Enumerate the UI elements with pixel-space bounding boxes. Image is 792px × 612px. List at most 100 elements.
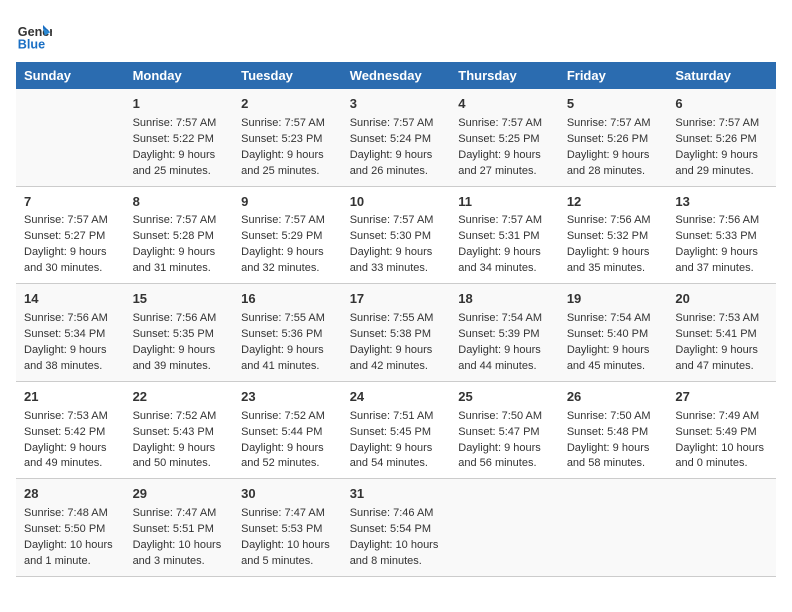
day-info: Sunset: 5:32 PM — [567, 229, 660, 245]
week-row: 28Sunrise: 7:48 AMSunset: 5:50 PMDayligh… — [16, 479, 776, 577]
day-number: 5 — [567, 95, 660, 114]
day-number: 9 — [241, 193, 334, 212]
day-info: Sunset: 5:34 PM — [24, 327, 117, 343]
day-number: 11 — [458, 193, 551, 212]
calendar-cell — [667, 479, 776, 577]
calendar-cell: 30Sunrise: 7:47 AMSunset: 5:53 PMDayligh… — [233, 479, 342, 577]
day-number: 25 — [458, 388, 551, 407]
calendar-cell: 18Sunrise: 7:54 AMSunset: 5:39 PMDayligh… — [450, 284, 559, 382]
day-info: Sunrise: 7:55 AM — [241, 311, 334, 327]
calendar-cell: 29Sunrise: 7:47 AMSunset: 5:51 PMDayligh… — [125, 479, 234, 577]
day-number: 23 — [241, 388, 334, 407]
calendar-cell: 20Sunrise: 7:53 AMSunset: 5:41 PMDayligh… — [667, 284, 776, 382]
day-info: Sunrise: 7:57 AM — [133, 116, 226, 132]
calendar-cell: 19Sunrise: 7:54 AMSunset: 5:40 PMDayligh… — [559, 284, 668, 382]
day-info: Sunrise: 7:56 AM — [133, 311, 226, 327]
header-day: Tuesday — [233, 62, 342, 89]
calendar-cell: 23Sunrise: 7:52 AMSunset: 5:44 PMDayligh… — [233, 381, 342, 479]
day-info: Daylight: 9 hours and 31 minutes. — [133, 245, 226, 277]
calendar-cell: 1Sunrise: 7:57 AMSunset: 5:22 PMDaylight… — [125, 89, 234, 186]
calendar-cell — [450, 479, 559, 577]
day-number: 7 — [24, 193, 117, 212]
day-info: Daylight: 9 hours and 35 minutes. — [567, 245, 660, 277]
day-number: 22 — [133, 388, 226, 407]
day-info: Daylight: 9 hours and 32 minutes. — [241, 245, 334, 277]
day-info: Sunset: 5:42 PM — [24, 425, 117, 441]
logo: General Blue — [16, 16, 52, 52]
day-number: 1 — [133, 95, 226, 114]
day-info: Sunrise: 7:57 AM — [24, 213, 117, 229]
calendar-cell: 21Sunrise: 7:53 AMSunset: 5:42 PMDayligh… — [16, 381, 125, 479]
day-info: Sunset: 5:48 PM — [567, 425, 660, 441]
calendar-cell: 15Sunrise: 7:56 AMSunset: 5:35 PMDayligh… — [125, 284, 234, 382]
day-info: Sunrise: 7:50 AM — [458, 409, 551, 425]
day-info: Sunset: 5:50 PM — [24, 522, 117, 538]
header-day: Saturday — [667, 62, 776, 89]
day-info: Sunset: 5:44 PM — [241, 425, 334, 441]
day-info: Sunset: 5:39 PM — [458, 327, 551, 343]
day-info: Sunrise: 7:49 AM — [675, 409, 768, 425]
day-info: Sunrise: 7:52 AM — [133, 409, 226, 425]
day-info: Sunrise: 7:57 AM — [241, 116, 334, 132]
day-info: Daylight: 9 hours and 45 minutes. — [567, 343, 660, 375]
day-info: Daylight: 9 hours and 28 minutes. — [567, 148, 660, 180]
day-info: Daylight: 10 hours and 3 minutes. — [133, 538, 226, 570]
day-info: Daylight: 9 hours and 29 minutes. — [675, 148, 768, 180]
calendar-cell: 13Sunrise: 7:56 AMSunset: 5:33 PMDayligh… — [667, 186, 776, 284]
calendar-cell: 6 Sunrise: 7:57 AMSunset: 5:26 PMDaylight… — [667, 89, 776, 186]
day-info: Daylight: 9 hours and 34 minutes. — [458, 245, 551, 277]
day-number: 16 — [241, 290, 334, 309]
calendar-cell: 27Sunrise: 7:49 AMSunset: 5:49 PMDayligh… — [667, 381, 776, 479]
day-info: Daylight: 9 hours and 39 minutes. — [133, 343, 226, 375]
day-number: 26 — [567, 388, 660, 407]
day-info: Sunrise: 7:46 AM — [350, 506, 443, 522]
day-info: Daylight: 9 hours and 41 minutes. — [241, 343, 334, 375]
day-number: 13 — [675, 193, 768, 212]
day-info: Daylight: 10 hours and 8 minutes. — [350, 538, 443, 570]
week-row: 1Sunrise: 7:57 AMSunset: 5:22 PMDaylight… — [16, 89, 776, 186]
day-info: Daylight: 10 hours and 5 minutes. — [241, 538, 334, 570]
calendar-cell: 2Sunrise: 7:57 AMSunset: 5:23 PMDaylight… — [233, 89, 342, 186]
day-info: Daylight: 9 hours and 27 minutes. — [458, 148, 551, 180]
day-number: 31 — [350, 485, 443, 504]
day-info: Sunrise: 7:57 AM — [350, 213, 443, 229]
header-row: SundayMondayTuesdayWednesdayThursdayFrid… — [16, 62, 776, 89]
day-number: 27 — [675, 388, 768, 407]
day-number: 20 — [675, 290, 768, 309]
day-info: Sunset: 5:26 PM — [567, 132, 660, 148]
day-info: Daylight: 9 hours and 56 minutes. — [458, 441, 551, 473]
day-info: Sunset: 5:28 PM — [133, 229, 226, 245]
week-row: 7Sunrise: 7:57 AMSunset: 5:27 PMDaylight… — [16, 186, 776, 284]
day-info: Sunset: 5:22 PM — [133, 132, 226, 148]
day-number: 4 — [458, 95, 551, 114]
day-info: Sunrise: 7:47 AM — [241, 506, 334, 522]
day-number: 10 — [350, 193, 443, 212]
calendar-cell: 4Sunrise: 7:57 AMSunset: 5:25 PMDaylight… — [450, 89, 559, 186]
day-info: Daylight: 9 hours and 49 minutes. — [24, 441, 117, 473]
logo-icon: General Blue — [16, 16, 52, 52]
day-info: Daylight: 9 hours and 47 minutes. — [675, 343, 768, 375]
day-info: Daylight: 9 hours and 44 minutes. — [458, 343, 551, 375]
day-info: Sunset: 5:31 PM — [458, 229, 551, 245]
calendar-cell — [16, 89, 125, 186]
calendar-table: SundayMondayTuesdayWednesdayThursdayFrid… — [16, 62, 776, 577]
calendar-cell: 16Sunrise: 7:55 AMSunset: 5:36 PMDayligh… — [233, 284, 342, 382]
day-info: Daylight: 9 hours and 25 minutes. — [241, 148, 334, 180]
day-info: Sunrise: 7:54 AM — [567, 311, 660, 327]
day-number: 30 — [241, 485, 334, 504]
day-info: Sunrise: 7:56 AM — [24, 311, 117, 327]
day-info: Sunset: 5:51 PM — [133, 522, 226, 538]
day-number: 17 — [350, 290, 443, 309]
day-info: Daylight: 9 hours and 33 minutes. — [350, 245, 443, 277]
calendar-cell: 22Sunrise: 7:52 AMSunset: 5:43 PMDayligh… — [125, 381, 234, 479]
day-info: Sunrise: 7:51 AM — [350, 409, 443, 425]
day-number: 6 — [675, 95, 768, 114]
week-row: 14Sunrise: 7:56 AMSunset: 5:34 PMDayligh… — [16, 284, 776, 382]
day-info: Sunrise: 7:57 AM — [675, 116, 768, 132]
day-info: Sunset: 5:26 PM — [675, 132, 768, 148]
day-info: Daylight: 9 hours and 52 minutes. — [241, 441, 334, 473]
day-info: Sunset: 5:27 PM — [24, 229, 117, 245]
day-info: Sunrise: 7:57 AM — [241, 213, 334, 229]
day-number: 2 — [241, 95, 334, 114]
calendar-cell — [559, 479, 668, 577]
